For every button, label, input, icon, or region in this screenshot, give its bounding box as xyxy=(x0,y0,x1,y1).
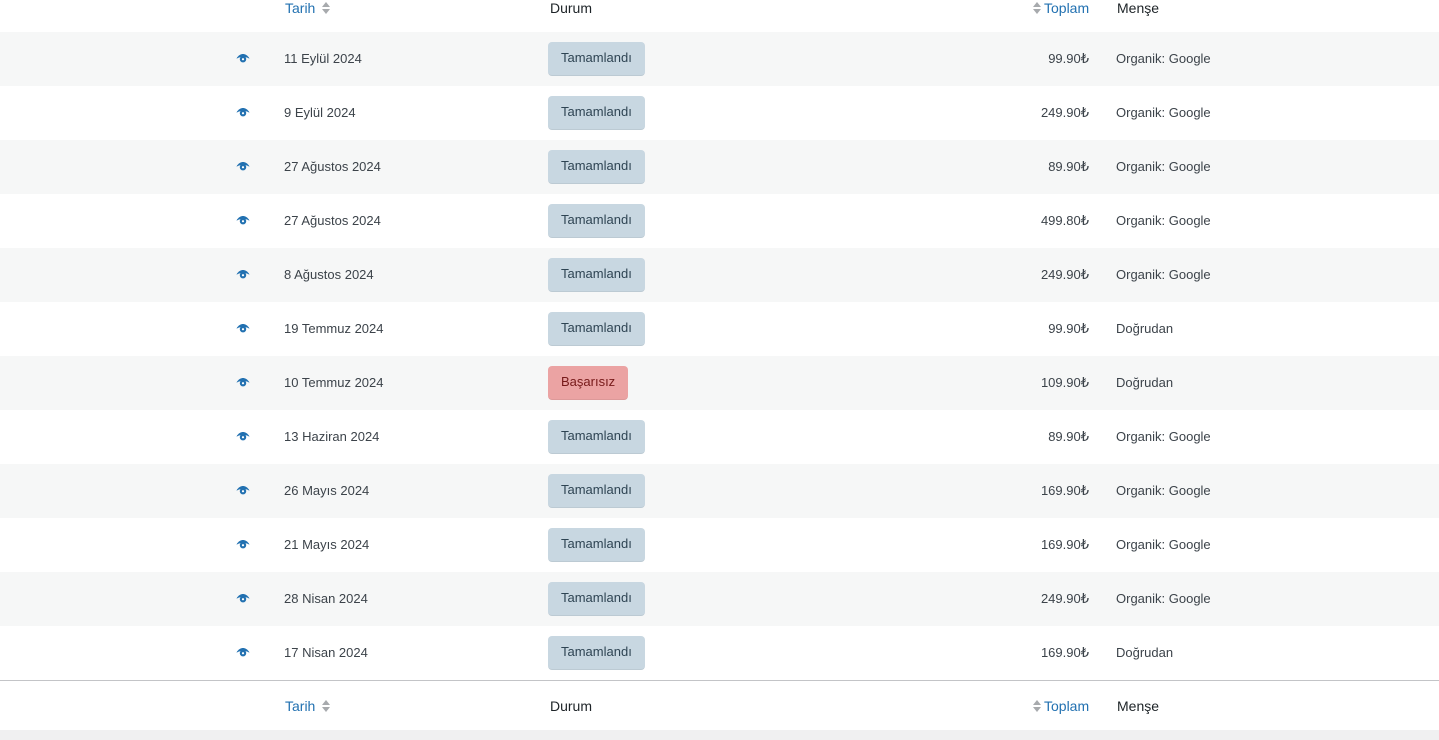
column-footer-status: Durum xyxy=(550,698,593,714)
order-date: 27 Ağustos 2024 xyxy=(284,159,381,174)
order-total: 499.80₺ xyxy=(1040,213,1089,228)
sort-by-date-link[interactable]: Tarih xyxy=(285,681,331,731)
sort-arrows-icon[interactable] xyxy=(321,1,331,15)
order-total: 89.90₺ xyxy=(1048,159,1089,174)
column-footer-total-label[interactable]: Toplam xyxy=(1044,681,1089,731)
status-badge[interactable]: Tamamlandı xyxy=(548,150,645,184)
table-body: 11 Eylül 2024 Tamamlandı 99.90₺ Organik: Go… xyxy=(0,32,1439,680)
order-total: 109.90₺ xyxy=(1040,375,1089,390)
order-total: 99.90₺ xyxy=(1048,321,1089,336)
order-total: 89.90₺ xyxy=(1048,429,1089,444)
sort-arrows-icon[interactable] xyxy=(321,699,331,713)
table-footer: Tarih Durum Toplam Menşe xyxy=(0,680,1439,730)
table-row: 13 Haziran 2024 Tamamlandı 89.90₺ Organik: … xyxy=(0,410,1439,464)
eye-icon[interactable] xyxy=(236,540,250,549)
order-origin: Organik: Google xyxy=(1116,51,1211,66)
order-origin: Organik: Google xyxy=(1116,105,1211,120)
table-row: 27 Ağustos 2024 Tamamlandı 499.80₺ Organik:… xyxy=(0,194,1439,248)
column-header-date-label[interactable]: Tarih xyxy=(285,0,315,33)
status-badge[interactable]: Tamamlandı xyxy=(548,312,645,346)
status-badge[interactable]: Tamamlandı xyxy=(548,474,645,508)
table-row: 10 Temmuz 2024 Başarısız 109.90₺ Doğrudan xyxy=(0,356,1439,410)
order-date: 21 Mayıs 2024 xyxy=(284,537,370,552)
sort-by-date-link[interactable]: Tarih xyxy=(285,0,331,33)
eye-icon[interactable] xyxy=(236,594,250,603)
status-badge[interactable]: Tamamlandı xyxy=(548,42,645,76)
status-badge[interactable]: Tamamlandı xyxy=(548,528,645,562)
order-date: 27 Ağustos 2024 xyxy=(284,213,381,228)
status-badge[interactable]: Tamamlandı xyxy=(548,204,645,238)
order-origin: Doğrudan xyxy=(1116,375,1174,390)
order-total: 169.90₺ xyxy=(1040,483,1089,498)
column-footer-total[interactable]: Toplam xyxy=(1032,681,1089,731)
order-origin: Organik: Google xyxy=(1116,537,1211,552)
order-total: 169.90₺ xyxy=(1040,645,1089,660)
eye-icon[interactable] xyxy=(236,216,250,225)
order-origin: Organik: Google xyxy=(1116,267,1211,282)
table-row: 9 Eylül 2024 Tamamlandı 249.90₺ Organik: Go… xyxy=(0,86,1439,140)
table-row: 17 Nisan 2024 Tamamlandı 169.90₺ Doğrudan xyxy=(0,626,1439,680)
order-date: 13 Haziran 2024 xyxy=(284,429,380,444)
eye-icon[interactable] xyxy=(236,270,250,279)
order-date: 26 Mayıs 2024 xyxy=(284,483,370,498)
order-total: 99.90₺ xyxy=(1048,51,1089,66)
eye-icon[interactable] xyxy=(236,378,250,387)
order-origin: Organik: Google xyxy=(1116,429,1211,444)
table-row: 21 Mayıs 2024 Tamamlandı 169.90₺ Organik: G… xyxy=(0,518,1439,572)
status-badge[interactable]: Tamamlandı xyxy=(548,258,645,292)
order-total: 249.90₺ xyxy=(1040,267,1089,282)
order-total: 169.90₺ xyxy=(1040,537,1089,552)
order-origin: Organik: Google xyxy=(1116,159,1211,174)
eye-icon[interactable] xyxy=(236,108,250,117)
sort-arrows-icon[interactable] xyxy=(1032,1,1042,15)
order-origin: Doğrudan xyxy=(1116,321,1174,336)
column-footer-date-label[interactable]: Tarih xyxy=(285,681,315,731)
order-date: 9 Eylül 2024 xyxy=(284,105,356,120)
order-date: 19 Temmuz 2024 xyxy=(284,321,384,336)
status-badge[interactable]: Tamamlandı xyxy=(548,636,645,670)
table-row: 28 Nisan 2024 Tamamlandı 249.90₺ Organik: G… xyxy=(0,572,1439,626)
sort-by-total-link[interactable]: Toplam xyxy=(1032,681,1089,731)
order-total: 249.90₺ xyxy=(1040,105,1089,120)
column-header-origin: Menşe xyxy=(1117,0,1160,16)
table-row: 8 Ağustos 2024 Tamamlandı 249.90₺ Organik: … xyxy=(0,248,1439,302)
eye-icon[interactable] xyxy=(236,54,250,63)
sort-arrows-icon[interactable] xyxy=(1032,699,1042,713)
order-date: 8 Ağustos 2024 xyxy=(284,267,374,282)
eye-icon[interactable] xyxy=(236,648,250,657)
order-date: 28 Nisan 2024 xyxy=(284,591,368,606)
status-badge[interactable]: Tamamlandı xyxy=(548,96,645,130)
table-row: 26 Mayıs 2024 Tamamlandı 169.90₺ Organik: G… xyxy=(0,464,1439,518)
column-header-total[interactable]: Toplam xyxy=(1032,0,1089,33)
column-header-status: Durum xyxy=(550,0,593,16)
sort-by-total-link[interactable]: Toplam xyxy=(1032,0,1089,33)
column-footer-origin: Menşe xyxy=(1117,698,1160,714)
eye-icon[interactable] xyxy=(236,486,250,495)
column-header-total-label[interactable]: Toplam xyxy=(1044,0,1089,33)
order-date: 11 Eylül 2024 xyxy=(284,51,362,66)
table-row: 27 Ağustos 2024 Tamamlandı 89.90₺ Organik: … xyxy=(0,140,1439,194)
status-badge[interactable]: Tamamlandı xyxy=(548,582,645,616)
order-origin: Organik: Google xyxy=(1116,213,1211,228)
table-row: 11 Eylül 2024 Tamamlandı 99.90₺ Organik: Go… xyxy=(0,32,1439,86)
order-origin: Organik: Google xyxy=(1116,591,1211,606)
status-badge[interactable]: Tamamlandı xyxy=(548,420,645,454)
order-total: 249.90₺ xyxy=(1040,591,1089,606)
eye-icon[interactable] xyxy=(236,162,250,171)
order-origin: Organik: Google xyxy=(1116,483,1211,498)
table-row: 19 Temmuz 2024 Tamamlandı 99.90₺ Doğrudan xyxy=(0,302,1439,356)
eye-icon[interactable] xyxy=(236,432,250,441)
table-header: Tarih Durum Toplam Menşe xyxy=(0,0,1439,33)
orders-table: Tarih Durum Toplam Menşe 11 Eylül 2024 Ta… xyxy=(0,0,1439,730)
status-badge[interactable]: Başarısız xyxy=(548,366,629,400)
column-footer-date[interactable]: Tarih xyxy=(285,681,331,731)
order-date: 17 Nisan 2024 xyxy=(284,645,368,660)
order-origin: Doğrudan xyxy=(1116,645,1174,660)
column-header-date[interactable]: Tarih xyxy=(285,0,331,33)
eye-icon[interactable] xyxy=(236,324,250,333)
order-date: 10 Temmuz 2024 xyxy=(284,375,384,390)
